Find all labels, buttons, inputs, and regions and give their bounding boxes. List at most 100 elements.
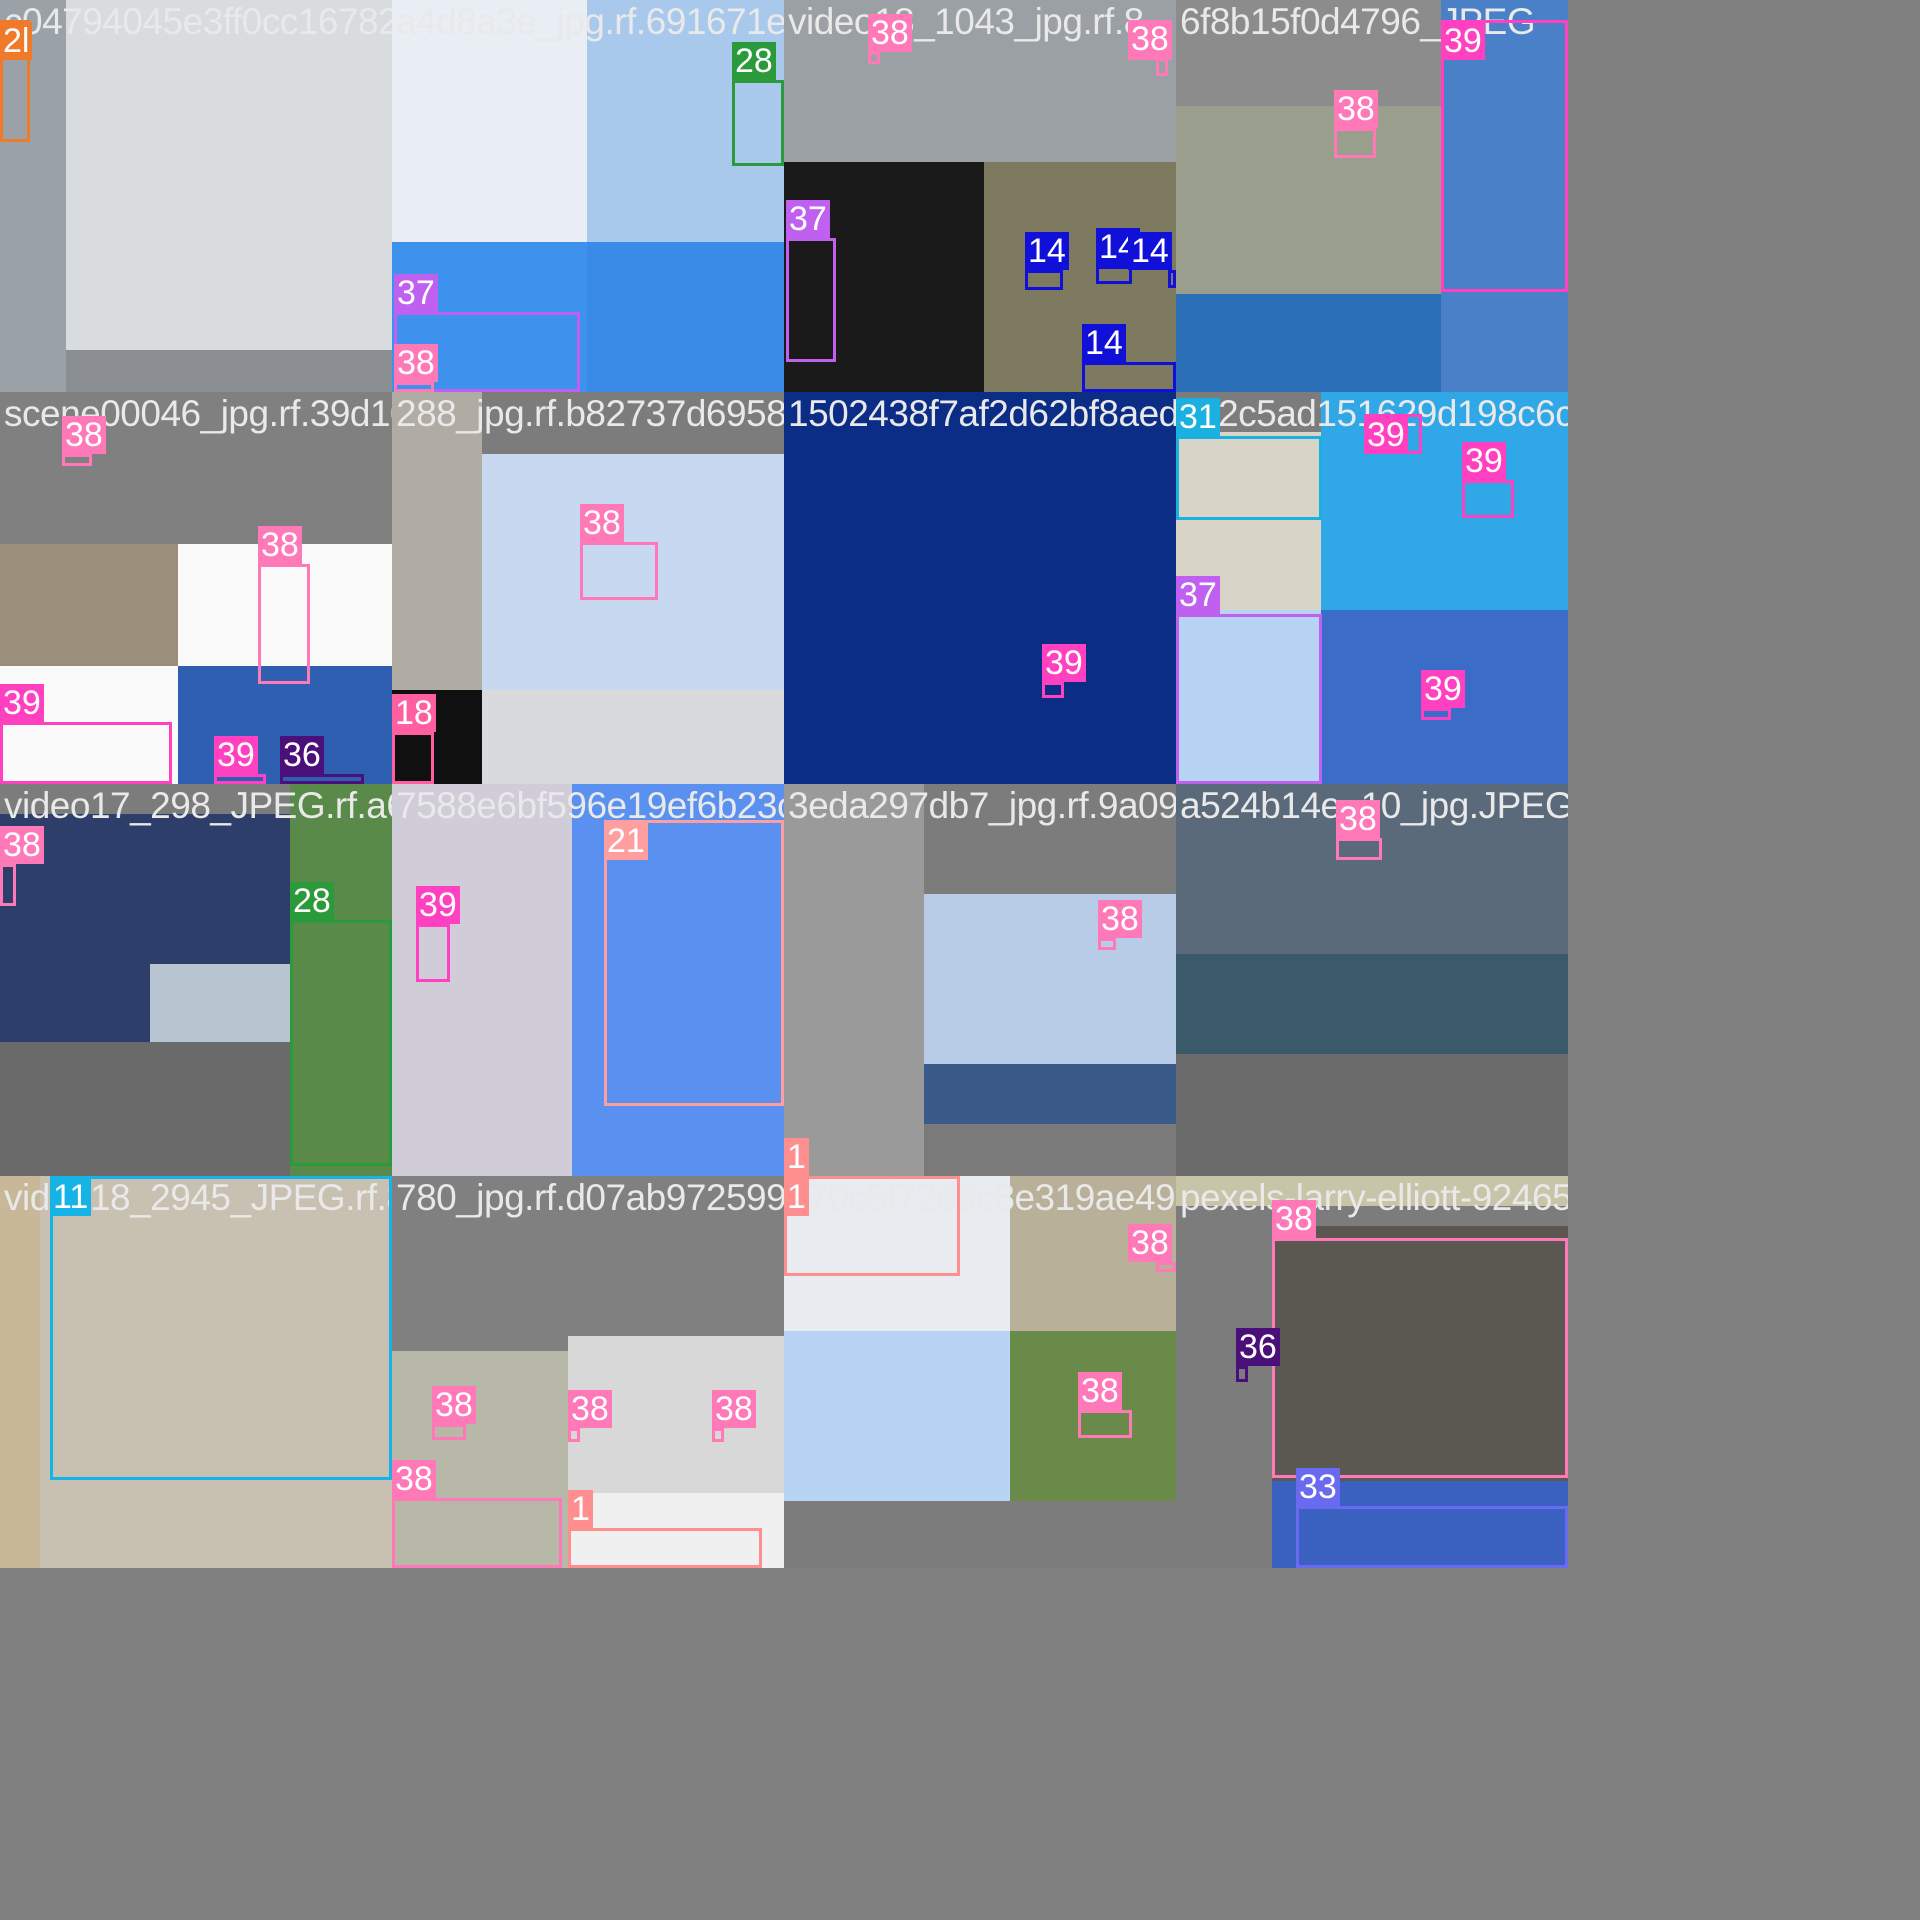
class-label: 38 — [1098, 900, 1142, 938]
class-label: 1 — [568, 1490, 593, 1528]
class-label: 36 — [280, 736, 324, 774]
class-label: 38 — [580, 504, 624, 542]
bounding-box — [1334, 128, 1376, 158]
image-patch — [482, 690, 784, 784]
class-label: 11 — [50, 1178, 92, 1216]
bounding-box — [392, 1498, 562, 1568]
class-label: 37 — [394, 274, 438, 312]
tile-filename: pexels-larry-elliott-9246514 — [1180, 1177, 1568, 1218]
mosaic-tile: 7588e6bf596e19ef6b23c2883921 — [392, 784, 784, 1176]
image-patch — [66, 0, 392, 350]
class-label: 1 — [784, 1178, 809, 1216]
class-label: 39 — [1364, 416, 1408, 454]
image-patch — [924, 1064, 1176, 1124]
class-label: 33 — [1296, 1468, 1340, 1506]
bounding-box — [0, 864, 16, 906]
bounding-box — [280, 774, 364, 784]
bounding-box — [1441, 20, 1568, 292]
class-label: 39 — [0, 684, 44, 722]
tile-filename: video17_298_JPEG.rf.a63c7 — [4, 785, 392, 826]
mosaic-tile: video18_1043_jpg.rf.83838383714141414 — [784, 0, 1176, 392]
class-label: 38 — [1272, 1200, 1316, 1238]
class-label: 39 — [1042, 644, 1086, 682]
image-patch — [784, 392, 1176, 784]
mosaic-tile: e70c5f72d5c8e319ae495bf3c13838 — [784, 1176, 1176, 1568]
class-label: 14 — [1025, 232, 1069, 270]
image-patch — [150, 964, 290, 1042]
bounding-box — [394, 382, 434, 392]
class-label: 38 — [568, 1390, 612, 1428]
bounding-box — [1078, 1410, 1132, 1438]
image-patch — [1176, 106, 1441, 294]
tile-filename: 1502438f7af2d62bf8aeda217 — [788, 393, 1176, 434]
class-label: 39 — [1421, 670, 1465, 708]
bounding-box — [416, 924, 450, 982]
image-patch — [0, 1042, 290, 1176]
mosaic-tile: pexels-larry-elliott-924651438 36 33 — [1176, 1176, 1568, 1568]
mosaic-tile: c04794045e3ff0cc167826 2l — [0, 0, 392, 392]
class-label: 37 — [1176, 576, 1220, 614]
class-label: 14 — [1128, 232, 1172, 270]
class-label: 38 — [1336, 800, 1380, 838]
bounding-box — [580, 542, 658, 600]
class-label: 38 — [394, 344, 438, 382]
tile-filename: video18_1043_jpg.rf.8 — [788, 1, 1144, 42]
class-label: 38 — [712, 1390, 756, 1428]
image-patch — [66, 350, 392, 392]
class-label: 18 — [392, 694, 436, 732]
bounding-box — [732, 80, 784, 166]
mosaic-tile: scene00046_jpg.rf.39d10983838393936 — [0, 392, 392, 784]
class-label: 38 — [258, 526, 302, 564]
bounding-box — [784, 1176, 960, 1276]
bounding-box — [786, 238, 836, 362]
bounding-box — [568, 1428, 580, 1442]
mosaic-tile: 6f8b15f0d4796_JPEG 38 39 — [1176, 0, 1568, 392]
mosaic-tile: video17_298_JPEG.rf.a63c738 28 — [0, 784, 392, 1176]
class-label: 38 — [392, 1460, 436, 1498]
class-label: 38 — [1078, 1372, 1122, 1410]
bounding-box — [0, 722, 172, 784]
tile-filename: a4d8a3e_jpg.rf.691671e1cd9 — [396, 1, 784, 42]
class-label: 1 — [784, 1138, 809, 1176]
mosaic-tile: 288_jpg.rf.b82737d695896 38 18 — [392, 392, 784, 784]
mosaic-tile: 3eda297db7_jpg.rf.9a096d6a 38 1 — [784, 784, 1176, 1176]
image-patch — [984, 162, 1176, 392]
tile-filename: 288_jpg.rf.b82737d695896 — [396, 393, 784, 434]
bounding-box — [868, 52, 880, 64]
bounding-box — [1236, 1366, 1248, 1382]
class-label: 38 — [62, 416, 106, 454]
class-label: 39 — [416, 886, 460, 924]
mosaic-tile: 3c2c5ad151629d198c6cd63139393739 — [1176, 392, 1568, 784]
bounding-box — [1025, 270, 1063, 290]
bounding-box — [1082, 362, 1176, 392]
class-label: 37 — [786, 200, 830, 238]
class-label: 2l — [0, 22, 33, 60]
class-label: 38 — [1128, 20, 1172, 58]
bounding-box — [62, 454, 92, 466]
tile-filename: 780_jpg.rf.d07ab9725992a895 — [396, 1177, 784, 1218]
image-patch — [587, 242, 784, 392]
class-label: 36 — [1236, 1328, 1280, 1366]
bounding-box — [1096, 266, 1132, 284]
bounding-box — [1168, 270, 1176, 288]
bounding-box — [392, 732, 434, 784]
bounding-box — [604, 820, 784, 1106]
bounding-box — [1336, 838, 1382, 860]
mosaic-tile: video18_2945_JPEG.rf.896711 — [0, 1176, 392, 1568]
bounding-box — [50, 1176, 392, 1480]
bounding-box — [1272, 1238, 1568, 1478]
class-label: 38 — [868, 14, 912, 52]
bounding-box — [1462, 480, 1514, 518]
image-patch — [924, 1124, 1176, 1176]
bounding-box — [1156, 58, 1168, 76]
image-patch — [784, 1331, 1010, 1501]
tile-filename: 3eda297db7_jpg.rf.9a096d6a — [788, 785, 1176, 826]
bounding-box — [1296, 1506, 1568, 1568]
mosaic-tile: a524b14e_10_jpg.JPEG.rf.97be738 — [1176, 784, 1568, 1176]
image-patch — [1176, 294, 1441, 392]
mosaic-tile: 1502438f7af2d62bf8aeda217 39 — [784, 392, 1176, 784]
class-label: 38 — [1334, 90, 1378, 128]
bounding-box — [712, 1428, 724, 1442]
tile-filename: c04794045e3ff0cc167826 — [4, 1, 392, 42]
bounding-box — [258, 564, 310, 684]
